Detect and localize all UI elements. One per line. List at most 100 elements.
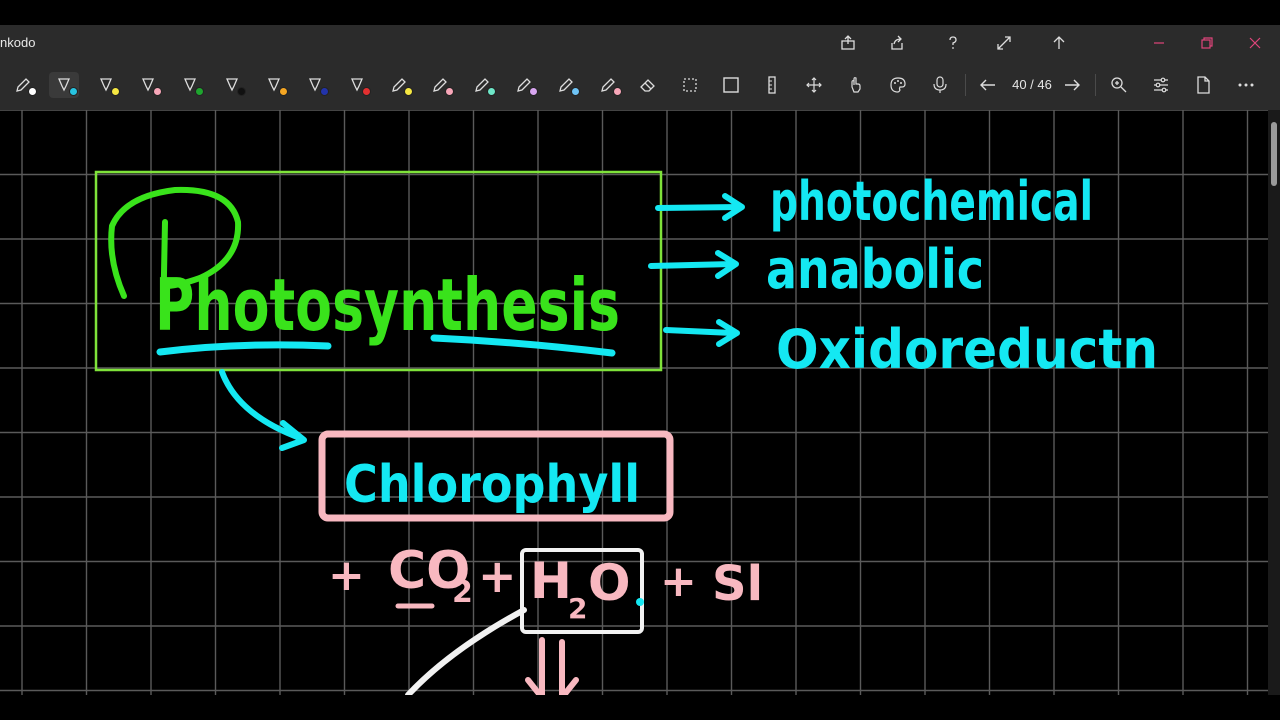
equation-plus-1: + [478, 549, 517, 603]
shape-tool[interactable] [716, 72, 746, 98]
highlighter-tool-7[interactable] [300, 72, 330, 98]
pen-color-swatch [362, 87, 371, 96]
branch-photochemical: photochemical [770, 170, 1093, 233]
pen-color-swatch [571, 87, 580, 96]
microphone-button[interactable] [925, 72, 955, 98]
pen-tool-1[interactable] [8, 72, 38, 98]
restore-button[interactable] [1195, 31, 1219, 55]
document-icon [1197, 76, 1210, 94]
toolbar-divider [1095, 74, 1096, 96]
move-icon [806, 77, 822, 93]
equation-h: H [530, 552, 572, 610]
photosynthesis-word: Photosynthesis [155, 263, 620, 347]
highlighter-tool-2[interactable] [91, 72, 121, 98]
bottom-letterbox [0, 695, 1280, 720]
cast-icon [841, 35, 855, 50]
arrow-up-icon [1053, 36, 1065, 49]
touch-draw-tool[interactable] [841, 72, 871, 98]
pen-color-swatch [153, 87, 162, 96]
pen-tool-5[interactable] [509, 72, 539, 98]
toolbar-divider [965, 74, 966, 96]
eraser-icon [640, 79, 655, 92]
more-options-button[interactable] [1231, 72, 1261, 98]
hand-touch-icon [851, 77, 861, 93]
minimize-button[interactable] [1147, 31, 1171, 55]
scrollbar-thumb[interactable] [1271, 122, 1277, 186]
highlighter-tool-active[interactable] [49, 72, 79, 98]
equation-plus-2: + [660, 556, 697, 607]
drawing-toolbar: 40 / 46 [0, 60, 1280, 110]
note-canvas[interactable]: Photosynthesis photochemical anabolic Ox… [0, 110, 1268, 695]
ink-layer: Photosynthesis photochemical anabolic Ox… [0, 110, 1268, 695]
arrow-photochemical [655, 193, 745, 221]
pen-tool-3[interactable] [425, 72, 455, 98]
share-cast-button[interactable] [836, 31, 860, 55]
pen-color-swatch [529, 87, 538, 96]
export-button[interactable] [885, 31, 909, 55]
help-button[interactable] [941, 31, 965, 55]
equation-lead-plus: + [328, 550, 365, 601]
close-button[interactable] [1243, 31, 1267, 55]
equation-tail: Sl [712, 556, 763, 612]
ruler-icon [768, 76, 776, 94]
eraser-tool[interactable] [633, 72, 663, 98]
pan-tool[interactable] [799, 72, 829, 98]
arrow-left-icon [980, 79, 995, 91]
pen-cursor-dot [636, 598, 644, 606]
lasso-select-tool[interactable] [675, 72, 705, 98]
highlighter-tool-8[interactable] [342, 72, 372, 98]
branch-anabolic: anabolic [766, 238, 984, 301]
pen-color-swatch [487, 87, 496, 96]
zoom-button[interactable] [1104, 72, 1134, 98]
pen-tool-2[interactable] [384, 72, 414, 98]
highlighter-tool-3[interactable] [133, 72, 163, 98]
page-counter: 40 / 46 [1012, 77, 1052, 92]
pen-color-swatch [445, 87, 454, 96]
minimize-icon [1154, 42, 1164, 44]
underline-photo [156, 341, 332, 356]
pen-color-swatch [69, 87, 78, 96]
vertical-scrollbar[interactable] [1268, 110, 1280, 695]
sliders-icon [1154, 77, 1168, 93]
arrow-right-icon [1065, 79, 1080, 91]
lasso-select-icon [683, 78, 697, 92]
pen-color-swatch [195, 87, 204, 96]
pen-tool-4[interactable] [467, 72, 497, 98]
pen-tool-6[interactable] [551, 72, 581, 98]
down-arrow [525, 637, 579, 695]
pen-color-swatch [613, 87, 622, 96]
branch-oxidoreduction: Oxidoreductn [776, 318, 1158, 381]
scroll-top-button[interactable] [1047, 31, 1071, 55]
previous-page-button[interactable] [973, 72, 1003, 98]
page-button[interactable] [1188, 72, 1218, 98]
curve-from-h2o [405, 607, 527, 695]
highlighter-tool-4[interactable] [175, 72, 205, 98]
share-icon [891, 35, 903, 50]
next-page-button[interactable] [1057, 72, 1087, 98]
close-icon [1249, 37, 1261, 49]
title-bar: nkodo [0, 25, 1280, 60]
highlighter-tool-5[interactable] [217, 72, 247, 98]
settings-button[interactable] [1146, 72, 1176, 98]
more-icon [1238, 83, 1254, 87]
question-icon [949, 36, 957, 49]
fullscreen-button[interactable] [992, 31, 1016, 55]
arrow-oxidoreduction [663, 319, 740, 347]
ruler-tool[interactable] [757, 72, 787, 98]
highlighter-tool-6[interactable] [259, 72, 289, 98]
equation-h-subscript: 2 [568, 592, 587, 625]
pen-tool-7[interactable] [593, 72, 623, 98]
pen-color-swatch [279, 87, 288, 96]
restore-icon [1201, 37, 1213, 49]
pen-color-swatch [404, 87, 413, 96]
square-icon [723, 77, 739, 93]
app-title: nkodo [0, 35, 36, 50]
palette-icon [890, 77, 906, 93]
top-letterbox [0, 0, 1280, 25]
color-palette-button[interactable] [883, 72, 913, 98]
pen-color-swatch [320, 87, 329, 96]
equation-o: O [588, 554, 631, 612]
chlorophyll-word: Chlorophyll [344, 455, 640, 515]
arrow-anabolic [648, 250, 739, 279]
arrow-to-chlorophyll [219, 369, 307, 451]
